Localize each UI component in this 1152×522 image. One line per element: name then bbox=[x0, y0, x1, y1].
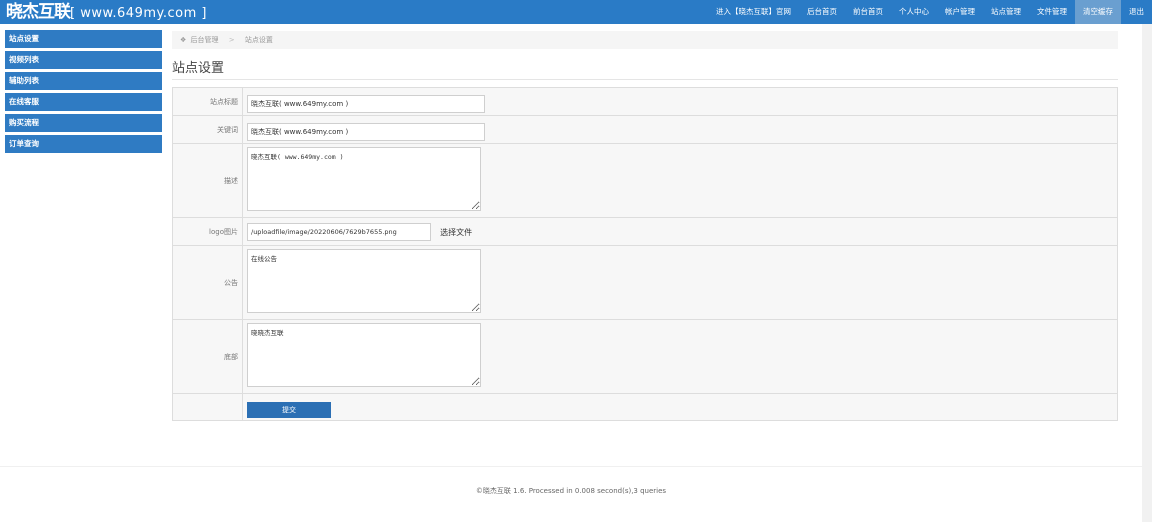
footer-label: 底部 bbox=[172, 319, 243, 394]
sidebar-item-aux-list[interactable]: 辅助列表 bbox=[5, 72, 162, 90]
settings-form: 站点标题 关键词 描述 晓杰互联( www.649my.com ) logo图片… bbox=[172, 87, 1118, 421]
sidebar-item-purchase-flow[interactable]: 购买流程 bbox=[5, 114, 162, 132]
top-navbar: 晓杰互联[ www.649my.com ] 进入【晓杰互联】官网 后台首页 前台… bbox=[0, 0, 1152, 24]
keywords-label: 关键词 bbox=[172, 115, 243, 144]
nav-admin-home[interactable]: 后台首页 bbox=[799, 0, 845, 24]
brand-name: 晓杰互联 bbox=[6, 2, 71, 22]
form-row-logo: logo图片 选择文件 bbox=[172, 217, 1118, 246]
notice-textarea[interactable]: 在线公告 bbox=[247, 248, 481, 313]
sidebar-item-online-service[interactable]: 在线客服 bbox=[5, 93, 162, 111]
site-title-label: 站点标题 bbox=[172, 87, 243, 116]
logo-path-input[interactable] bbox=[247, 223, 431, 242]
page-footer: ©晓杰互联 1.6. Processed in 0.008 second(s),… bbox=[475, 487, 667, 495]
nav-account[interactable]: 帐户管理 bbox=[937, 0, 983, 24]
nav-front-home[interactable]: 前台首页 bbox=[845, 0, 891, 24]
form-row-site-title: 站点标题 bbox=[172, 87, 1118, 116]
brand-domain: [ www.649my.com ] bbox=[70, 6, 207, 21]
footer-divider bbox=[0, 466, 1142, 467]
footer-textarea[interactable]: 晓晓杰互联 bbox=[247, 322, 481, 387]
nav-site-manage[interactable]: 站点管理 bbox=[983, 0, 1029, 24]
page-title: 站点设置 bbox=[172, 61, 225, 76]
top-nav: 进入【晓杰互联】官网 后台首页 前台首页 个人中心 帐户管理 站点管理 文件管理… bbox=[708, 0, 1152, 24]
form-row-notice: 公告 在线公告 bbox=[172, 245, 1118, 320]
notice-label: 公告 bbox=[172, 245, 243, 320]
breadcrumb-current: 站点设置 bbox=[244, 36, 273, 44]
logo-label: logo图片 bbox=[172, 217, 243, 246]
nav-clear-cache[interactable]: 清空缓存 bbox=[1075, 0, 1121, 24]
home-icon: ❖ bbox=[180, 36, 187, 44]
sidebar-item-video-list[interactable]: 视频列表 bbox=[5, 51, 162, 69]
sidebar-item-site-settings[interactable]: 站点设置 bbox=[5, 30, 162, 48]
form-row-keywords: 关键词 bbox=[172, 115, 1118, 144]
breadcrumb-separator: > bbox=[228, 36, 235, 44]
site-title-input[interactable] bbox=[247, 94, 485, 113]
nav-file-manage[interactable]: 文件管理 bbox=[1029, 0, 1075, 24]
title-divider bbox=[172, 79, 1118, 80]
description-label: 描述 bbox=[172, 143, 243, 218]
sidebar-item-order-query[interactable]: 订单查询 bbox=[5, 135, 162, 153]
nav-profile[interactable]: 个人中心 bbox=[891, 0, 937, 24]
nav-logout[interactable]: 退出 bbox=[1121, 0, 1152, 24]
breadcrumb-root[interactable]: 后台管理 bbox=[191, 36, 219, 44]
submit-button[interactable]: 提交 bbox=[247, 401, 331, 418]
description-textarea[interactable]: 晓杰互联( www.649my.com ) bbox=[247, 146, 481, 211]
sidebar: 站点设置 视频列表 辅助列表 在线客服 购买流程 订单查询 bbox=[5, 30, 162, 156]
keywords-input[interactable] bbox=[247, 122, 485, 141]
form-row-footer: 底部 晓晓杰互联 bbox=[172, 319, 1118, 394]
form-row-submit: 提交 bbox=[172, 393, 1118, 421]
nav-official-site[interactable]: 进入【晓杰互联】官网 bbox=[708, 0, 799, 24]
breadcrumb: ❖ 后台管理 > 站点设置 bbox=[172, 31, 1118, 49]
vertical-scrollbar[interactable] bbox=[1142, 24, 1152, 522]
choose-file-button[interactable]: 选择文件 bbox=[440, 228, 472, 237]
brand-logo[interactable]: 晓杰互联[ www.649my.com ] bbox=[6, 1, 207, 23]
form-row-description: 描述 晓杰互联( www.649my.com ) bbox=[172, 143, 1118, 218]
